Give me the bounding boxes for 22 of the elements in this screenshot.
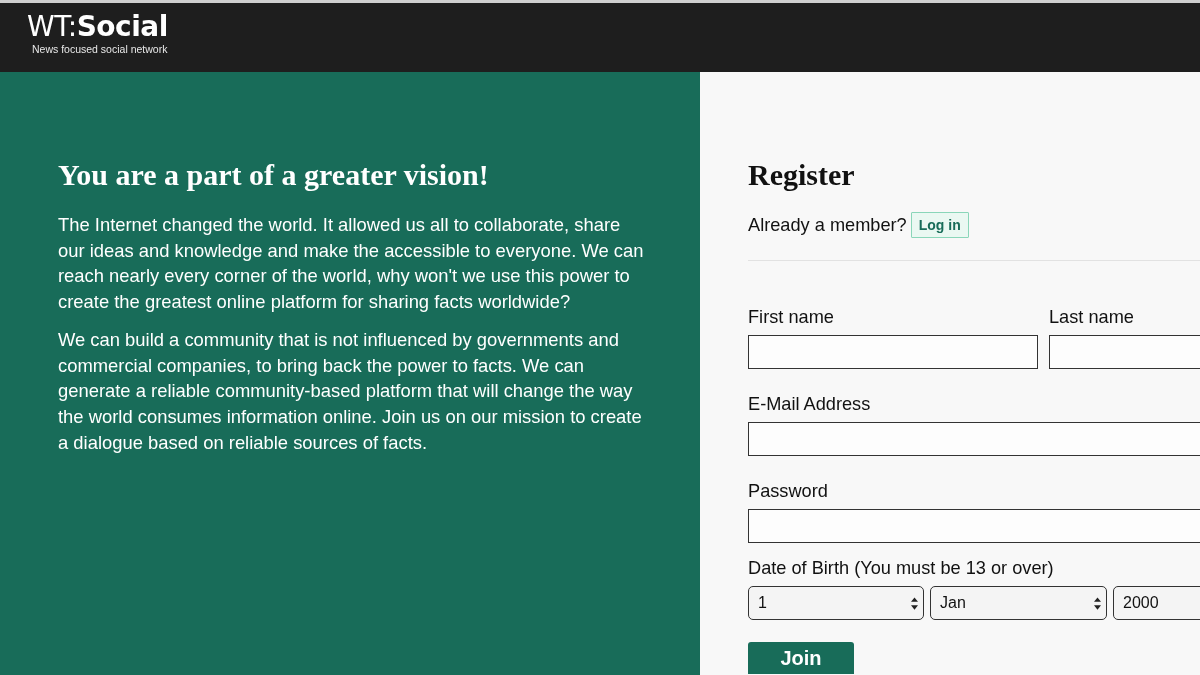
date-dropdown[interactable]: 1 xyxy=(748,586,924,620)
logo[interactable]: WT:Social xyxy=(27,11,168,43)
intro-paragraph: The Internet changed the world. It allowed us all to collaborate, share our ideas and knowledge and make the accessible to everyone. We can reach nearly every corner of the world, why won't we use this power to create the greatest online platform for sharing facts worldwide? xyxy=(58,213,645,315)
intro-heading: You are a part of a greater vision! xyxy=(58,158,490,192)
join-button[interactable]: Join xyxy=(748,642,854,674)
date-dropdown[interactable]: Jan xyxy=(930,586,1107,620)
field-label: First name xyxy=(748,306,835,329)
input-field[interactable] xyxy=(748,422,1200,456)
sort-arrows-icon xyxy=(911,596,918,610)
field-label: Date of Birth (You must be 13 or over) xyxy=(748,557,1055,580)
register-heading: Register xyxy=(748,158,856,192)
login-button[interactable]: Log in xyxy=(910,212,969,238)
input-field[interactable] xyxy=(748,335,1038,369)
field-label: Password xyxy=(748,480,829,503)
sort-arrows-icon xyxy=(1094,596,1101,610)
field-label: E-Mail Address xyxy=(748,393,872,416)
field-label: Last name xyxy=(1049,306,1135,329)
date-dropdown[interactable]: 2000 xyxy=(1113,586,1200,620)
input-field[interactable] xyxy=(748,509,1200,543)
intro-paragraph: We can build a community that is not influenced by governments and commercial companies, to bring back the power to facts. We can generate a reliable community-based platform that will change the way the world consumes information online. Join us on our mission to create a dialogue based on reliable sources of facts. xyxy=(58,327,643,455)
tagline: News focused social network xyxy=(32,43,168,55)
member-prompt: Already a member? xyxy=(748,214,907,237)
